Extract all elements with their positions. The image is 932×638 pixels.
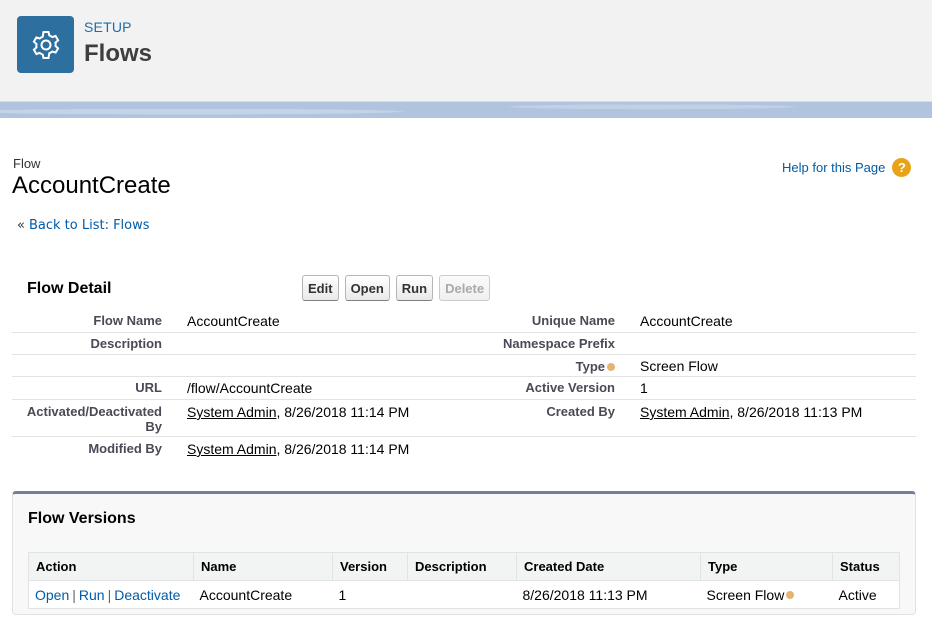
col-name: Name [193,552,333,581]
action-separator: | [72,586,76,603]
detail-row-url: URL /flow/AccountCreate Active Version 1 [12,377,916,400]
url-value: /flow/AccountCreate [187,380,313,396]
version-deactivate-link[interactable]: Deactivate [114,587,180,603]
col-description: Description [407,552,517,581]
activated-by-label: Activated/Deactivated By [26,404,162,434]
active-version-value: 1 [640,380,648,396]
help-link[interactable]: Help for this Page [782,160,885,175]
main-content: Flow AccountCreate Help for this Page ? … [0,118,932,638]
help-for-page[interactable]: Help for this Page ? [782,158,912,177]
detail-row-modified: Modified By System Admin, 8/26/2018 11:1… [12,437,916,461]
col-status: Status [832,552,900,581]
url-label: URL [135,380,162,395]
flow-name-value: AccountCreate [187,313,280,329]
activated-by-value: System Admin, 8/26/2018 11:14 PM [187,404,409,420]
page-title: Flows [84,40,153,67]
unique-name-label: Unique Name [531,313,615,328]
active-version-label: Active Version [525,380,615,395]
modified-date: , 8/26/2018 11:14 PM [276,441,410,457]
type-help-icon[interactable] [607,362,615,371]
description-label: Description [90,336,162,351]
type-value: Screen Flow [640,358,718,374]
type-label: Type [432,359,615,374]
flow-versions-title: Flow Versions [28,510,136,527]
back-to-list-link[interactable]: Back to List: Flows [29,218,150,233]
created-date: , 8/26/2018 11:13 PM [729,404,863,420]
delete-button: Delete [439,275,491,301]
edit-button[interactable]: Edit [302,275,339,301]
action-cell: Open | Run | Deactivate [29,581,194,609]
flow-name-label: Flow Name [93,313,162,328]
run-button[interactable]: Run [395,275,434,301]
type-cell-text: Screen Flow [706,586,785,603]
table-header-row: Action Name Version Description Created … [28,552,900,581]
created-by-label: Created By [546,404,615,419]
modified-by-user-link[interactable]: System Admin [187,441,276,457]
flow-versions-panel: Flow Versions Action Name Version Descri… [12,491,916,615]
detail-button-bar: Edit Open Run Delete [302,275,491,301]
created-date-cell: 8/26/2018 11:13 PM [522,586,648,603]
action-separator: | [107,586,112,603]
col-action: Action [28,552,194,581]
unique-name-value: AccountCreate [640,313,733,329]
col-type: Type [700,552,833,581]
activated-date: , 8/26/2018 11:14 PM [276,404,410,420]
table-row: Open | Run | Deactivate AccountCreate 1 8/26… [29,581,900,609]
object-name: AccountCreate [12,172,171,199]
col-created-date: Created Date [516,552,701,581]
setup-header: SETUP Flows [0,0,932,102]
setup-label: SETUP [84,19,132,35]
flow-detail-title: Flow Detail [27,280,112,297]
version-open-link[interactable]: Open [35,587,69,603]
modified-by-value: System Admin, 8/26/2018 11:14 PM [187,441,409,457]
detail-row-type: Type Screen Flow [12,355,916,377]
name-cell: AccountCreate [199,586,293,603]
type-help-icon[interactable] [786,590,795,599]
detail-row-activated: Activated/Deactivated By System Admin, 8… [12,400,916,437]
object-type-label: Flow [13,156,41,171]
namespace-prefix-label: Namespace Prefix [502,336,615,351]
gear-icon [17,16,74,73]
detail-row-description: Description Namespace Prefix [12,333,916,355]
type-cell: Screen Flow [701,581,833,609]
detail-row-name: Flow Name AccountCreate Unique Name Acco… [12,310,916,333]
version-run-link[interactable]: Run [79,587,105,603]
activated-by-user-link[interactable]: System Admin [187,404,276,420]
help-question-icon[interactable]: ? [892,158,912,177]
col-version: Version [332,552,408,581]
description-cell [408,581,517,609]
version-cell: 1 [338,586,347,603]
type-label-text: Type [575,359,605,374]
flow-versions-table: Action Name Version Description Created … [28,552,900,609]
back-arrow-icon: « [17,218,25,233]
header-band [0,102,932,118]
breadcrumb: « Back to List: Flows [17,218,150,233]
created-by-value: System Admin, 8/26/2018 11:13 PM [640,404,862,420]
created-by-user-link[interactable]: System Admin [640,404,729,420]
open-button[interactable]: Open [344,275,390,301]
modified-by-label: Modified By [88,441,162,456]
status-cell: Active [838,586,877,603]
